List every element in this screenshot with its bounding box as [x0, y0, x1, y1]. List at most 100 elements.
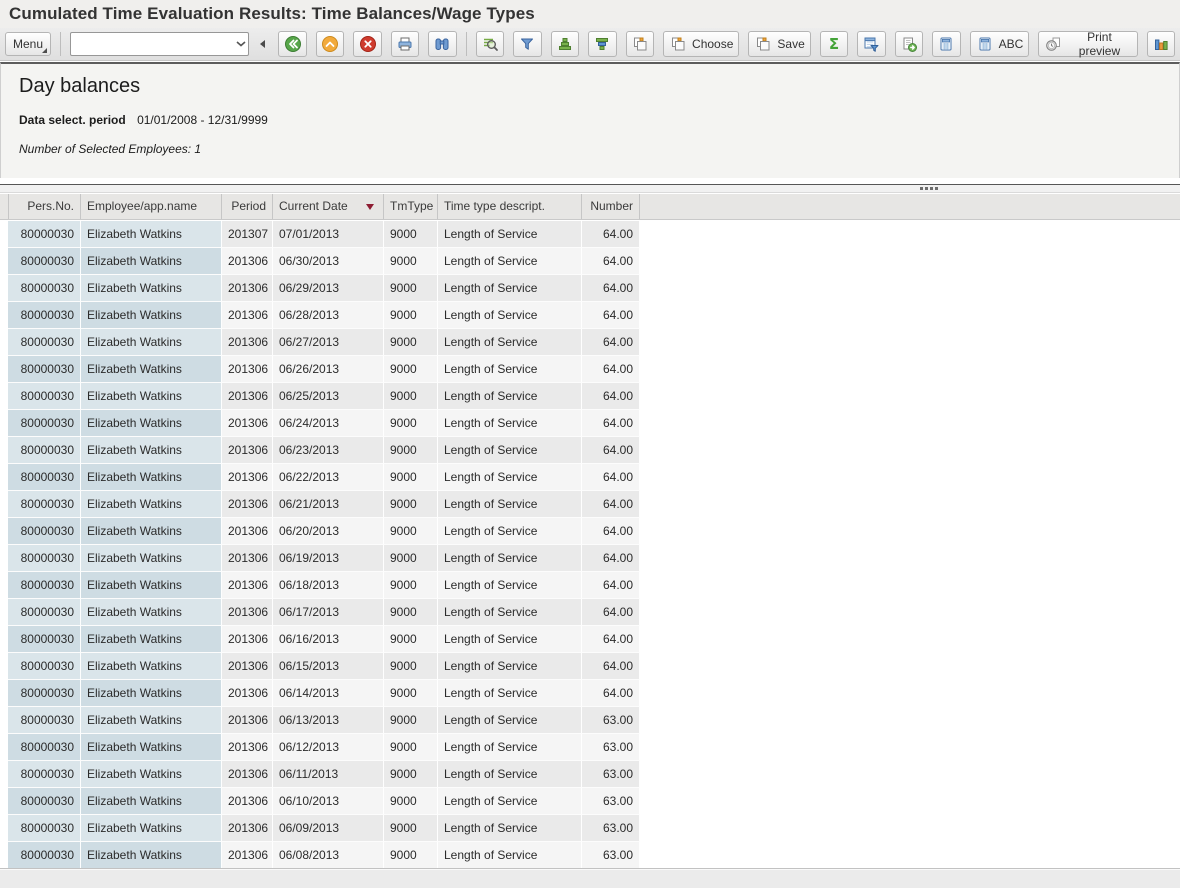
table-row[interactable]: 80000030Elizabeth Watkins20130606/21/201…	[8, 491, 640, 518]
cell-pers-no[interactable]: 80000030	[8, 788, 81, 815]
cell-number[interactable]: 64.00	[582, 653, 640, 680]
splitter-handle[interactable]	[920, 187, 938, 190]
table-row[interactable]: 80000030Elizabeth Watkins20130606/12/201…	[8, 734, 640, 761]
command-input[interactable]	[71, 34, 234, 54]
cell-tmtype[interactable]: 9000	[384, 302, 438, 329]
cell-employee-app-name[interactable]: Elizabeth Watkins	[81, 734, 222, 761]
print-button[interactable]	[391, 31, 419, 57]
cell-period[interactable]: 201306	[222, 518, 273, 545]
cell-number[interactable]: 63.00	[582, 842, 640, 869]
cell-period[interactable]: 201306	[222, 248, 273, 275]
cell-time-type-descript[interactable]: Length of Service	[438, 410, 582, 437]
cell-time-type-descript[interactable]: Length of Service	[438, 815, 582, 842]
cell-current-date[interactable]: 07/01/2013	[273, 221, 384, 248]
cell-current-date[interactable]: 06/08/2013	[273, 842, 384, 869]
cell-period[interactable]: 201306	[222, 545, 273, 572]
table-row[interactable]: 80000030Elizabeth Watkins20130606/11/201…	[8, 761, 640, 788]
cell-period[interactable]: 201306	[222, 815, 273, 842]
cell-period[interactable]: 201306	[222, 734, 273, 761]
table-row[interactable]: 80000030Elizabeth Watkins20130606/26/201…	[8, 356, 640, 383]
cell-pers-no[interactable]: 80000030	[8, 599, 81, 626]
cell-number[interactable]: 64.00	[582, 491, 640, 518]
cell-time-type-descript[interactable]: Length of Service	[438, 599, 582, 626]
table-row[interactable]: 80000030Elizabeth Watkins20130606/13/201…	[8, 707, 640, 734]
set-filter-button[interactable]	[513, 31, 541, 57]
cell-time-type-descript[interactable]: Length of Service	[438, 356, 582, 383]
cell-current-date[interactable]: 06/28/2013	[273, 302, 384, 329]
cell-tmtype[interactable]: 9000	[384, 437, 438, 464]
export-button[interactable]	[895, 31, 923, 57]
cell-time-type-descript[interactable]: Length of Service	[438, 329, 582, 356]
cell-time-type-descript[interactable]: Length of Service	[438, 221, 582, 248]
cell-number[interactable]: 63.00	[582, 761, 640, 788]
cell-number[interactable]: 63.00	[582, 734, 640, 761]
cell-period[interactable]: 201306	[222, 491, 273, 518]
cell-number[interactable]: 64.00	[582, 437, 640, 464]
cell-current-date[interactable]: 06/23/2013	[273, 437, 384, 464]
cell-current-date[interactable]: 06/09/2013	[273, 815, 384, 842]
cell-tmtype[interactable]: 9000	[384, 410, 438, 437]
cell-pers-no[interactable]: 80000030	[8, 383, 81, 410]
column-header-employee-app-name[interactable]: Employee/app.name	[81, 194, 222, 219]
cell-period[interactable]: 201306	[222, 680, 273, 707]
cell-time-type-descript[interactable]: Length of Service	[438, 707, 582, 734]
cell-tmtype[interactable]: 9000	[384, 464, 438, 491]
command-combobox[interactable]	[70, 32, 249, 56]
table-row[interactable]: 80000030Elizabeth Watkins20130606/09/201…	[8, 815, 640, 842]
calculator-button[interactable]	[932, 31, 960, 57]
column-header-number[interactable]: Number	[582, 194, 640, 219]
cell-tmtype[interactable]: 9000	[384, 707, 438, 734]
cell-current-date[interactable]: 06/25/2013	[273, 383, 384, 410]
cell-current-date[interactable]: 06/29/2013	[273, 275, 384, 302]
cell-employee-app-name[interactable]: Elizabeth Watkins	[81, 518, 222, 545]
cell-period[interactable]: 201306	[222, 599, 273, 626]
cell-pers-no[interactable]: 80000030	[8, 410, 81, 437]
cancel-button[interactable]	[353, 31, 381, 57]
cell-number[interactable]: 64.00	[582, 248, 640, 275]
cell-employee-app-name[interactable]: Elizabeth Watkins	[81, 599, 222, 626]
cell-pers-no[interactable]: 80000030	[8, 329, 81, 356]
cell-pers-no[interactable]: 80000030	[8, 356, 81, 383]
cell-employee-app-name[interactable]: Elizabeth Watkins	[81, 707, 222, 734]
cell-employee-app-name[interactable]: Elizabeth Watkins	[81, 437, 222, 464]
cell-period[interactable]: 201306	[222, 707, 273, 734]
cell-time-type-descript[interactable]: Length of Service	[438, 788, 582, 815]
sort-descending-button[interactable]	[588, 31, 616, 57]
cell-pers-no[interactable]: 80000030	[8, 275, 81, 302]
cell-tmtype[interactable]: 9000	[384, 329, 438, 356]
cell-pers-no[interactable]: 80000030	[8, 680, 81, 707]
cell-number[interactable]: 64.00	[582, 329, 640, 356]
cell-current-date[interactable]: 06/20/2013	[273, 518, 384, 545]
cell-number[interactable]: 64.00	[582, 599, 640, 626]
cell-time-type-descript[interactable]: Length of Service	[438, 464, 582, 491]
chevron-down-icon[interactable]	[234, 40, 248, 48]
cell-tmtype[interactable]: 9000	[384, 788, 438, 815]
cell-tmtype[interactable]: 9000	[384, 842, 438, 869]
table-row[interactable]: 80000030Elizabeth Watkins20130606/27/201…	[8, 329, 640, 356]
table-row[interactable]: 80000030Elizabeth Watkins20130606/16/201…	[8, 626, 640, 653]
cell-pers-no[interactable]: 80000030	[8, 464, 81, 491]
cell-tmtype[interactable]: 9000	[384, 761, 438, 788]
cell-employee-app-name[interactable]: Elizabeth Watkins	[81, 545, 222, 572]
cell-employee-app-name[interactable]: Elizabeth Watkins	[81, 464, 222, 491]
cell-current-date[interactable]: 06/10/2013	[273, 788, 384, 815]
cell-number[interactable]: 64.00	[582, 302, 640, 329]
copy-layout-button[interactable]	[626, 31, 654, 57]
cell-tmtype[interactable]: 9000	[384, 518, 438, 545]
cell-number[interactable]: 64.00	[582, 383, 640, 410]
cell-number[interactable]: 64.00	[582, 518, 640, 545]
cell-pers-no[interactable]: 80000030	[8, 707, 81, 734]
cell-number[interactable]: 64.00	[582, 356, 640, 383]
exit-button[interactable]	[316, 31, 344, 57]
cell-pers-no[interactable]: 80000030	[8, 437, 81, 464]
column-header-time-type-descript[interactable]: Time type descript.	[438, 194, 582, 219]
cell-period[interactable]: 201306	[222, 329, 273, 356]
print-version-button[interactable]	[857, 31, 885, 57]
cell-employee-app-name[interactable]: Elizabeth Watkins	[81, 221, 222, 248]
cell-pers-no[interactable]: 80000030	[8, 545, 81, 572]
cell-current-date[interactable]: 06/30/2013	[273, 248, 384, 275]
cell-current-date[interactable]: 06/18/2013	[273, 572, 384, 599]
cell-employee-app-name[interactable]: Elizabeth Watkins	[81, 626, 222, 653]
cell-number[interactable]: 64.00	[582, 275, 640, 302]
table-row[interactable]: 80000030Elizabeth Watkins20130606/14/201…	[8, 680, 640, 707]
